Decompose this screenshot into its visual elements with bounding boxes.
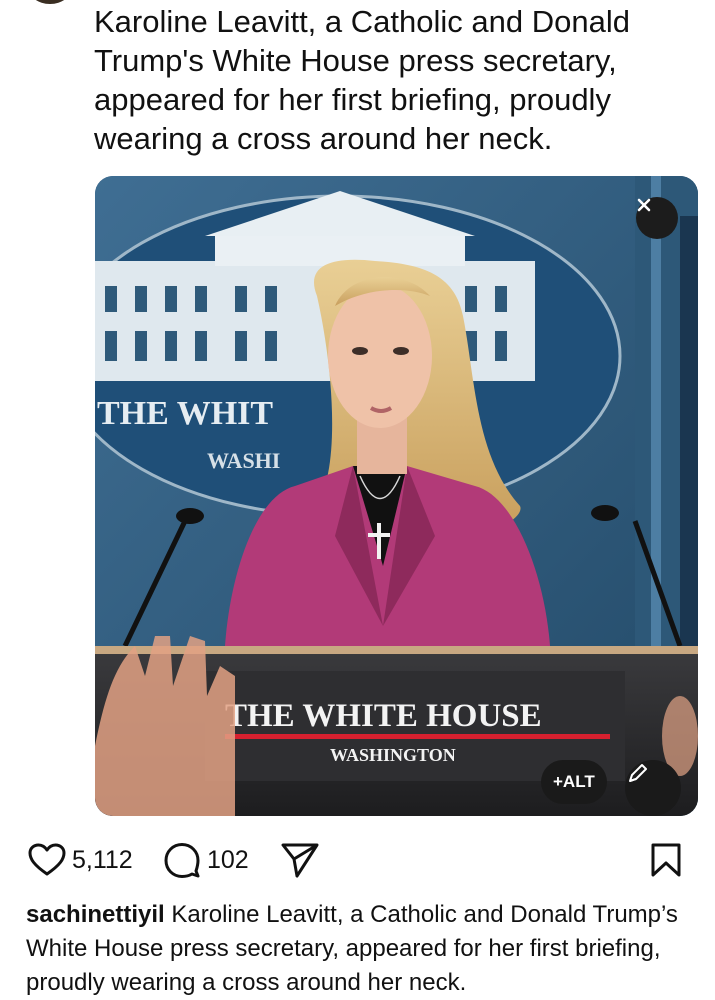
caption-username[interactable]: sachinettiyil	[26, 901, 165, 928]
press-briefing-photo: THE WHIT WASHI THE WHITE HOUSE WASHINGTO…	[95, 176, 698, 816]
heart-icon	[28, 843, 66, 876]
share-button[interactable]	[280, 838, 320, 882]
save-button[interactable]	[650, 838, 682, 882]
comment-bubble-icon	[164, 843, 200, 878]
avatar[interactable]	[28, 0, 72, 4]
seal-subtitle: WASHI	[207, 448, 280, 473]
close-icon	[637, 198, 651, 212]
seal-title: THE WHIT	[97, 395, 273, 432]
bookmark-icon	[651, 843, 681, 877]
post-image[interactable]: THE WHIT WASHI THE WHITE HOUSE WASHINGTO…	[95, 176, 698, 816]
comment-button[interactable]: 102	[163, 838, 249, 882]
send-icon	[281, 843, 319, 878]
podium-subtitle: WASHINGTON	[330, 745, 456, 765]
remove-image-button[interactable]	[636, 197, 678, 239]
post-actions: 5,112 102	[28, 838, 688, 882]
like-count: 5,112	[72, 845, 133, 874]
caption: sachinettiyil Karoline Leavitt, a Cathol…	[26, 898, 686, 1000]
edit-image-button[interactable]	[625, 760, 681, 816]
comment-count: 102	[207, 845, 249, 874]
post-text: Karoline Leavitt, a Catholic and Donald …	[94, 4, 630, 156]
podium-title: THE WHITE HOUSE	[225, 698, 542, 734]
like-button[interactable]: 5,112	[28, 838, 133, 882]
pencil-icon	[629, 764, 647, 782]
alt-text-button[interactable]: +ALT	[541, 760, 607, 804]
